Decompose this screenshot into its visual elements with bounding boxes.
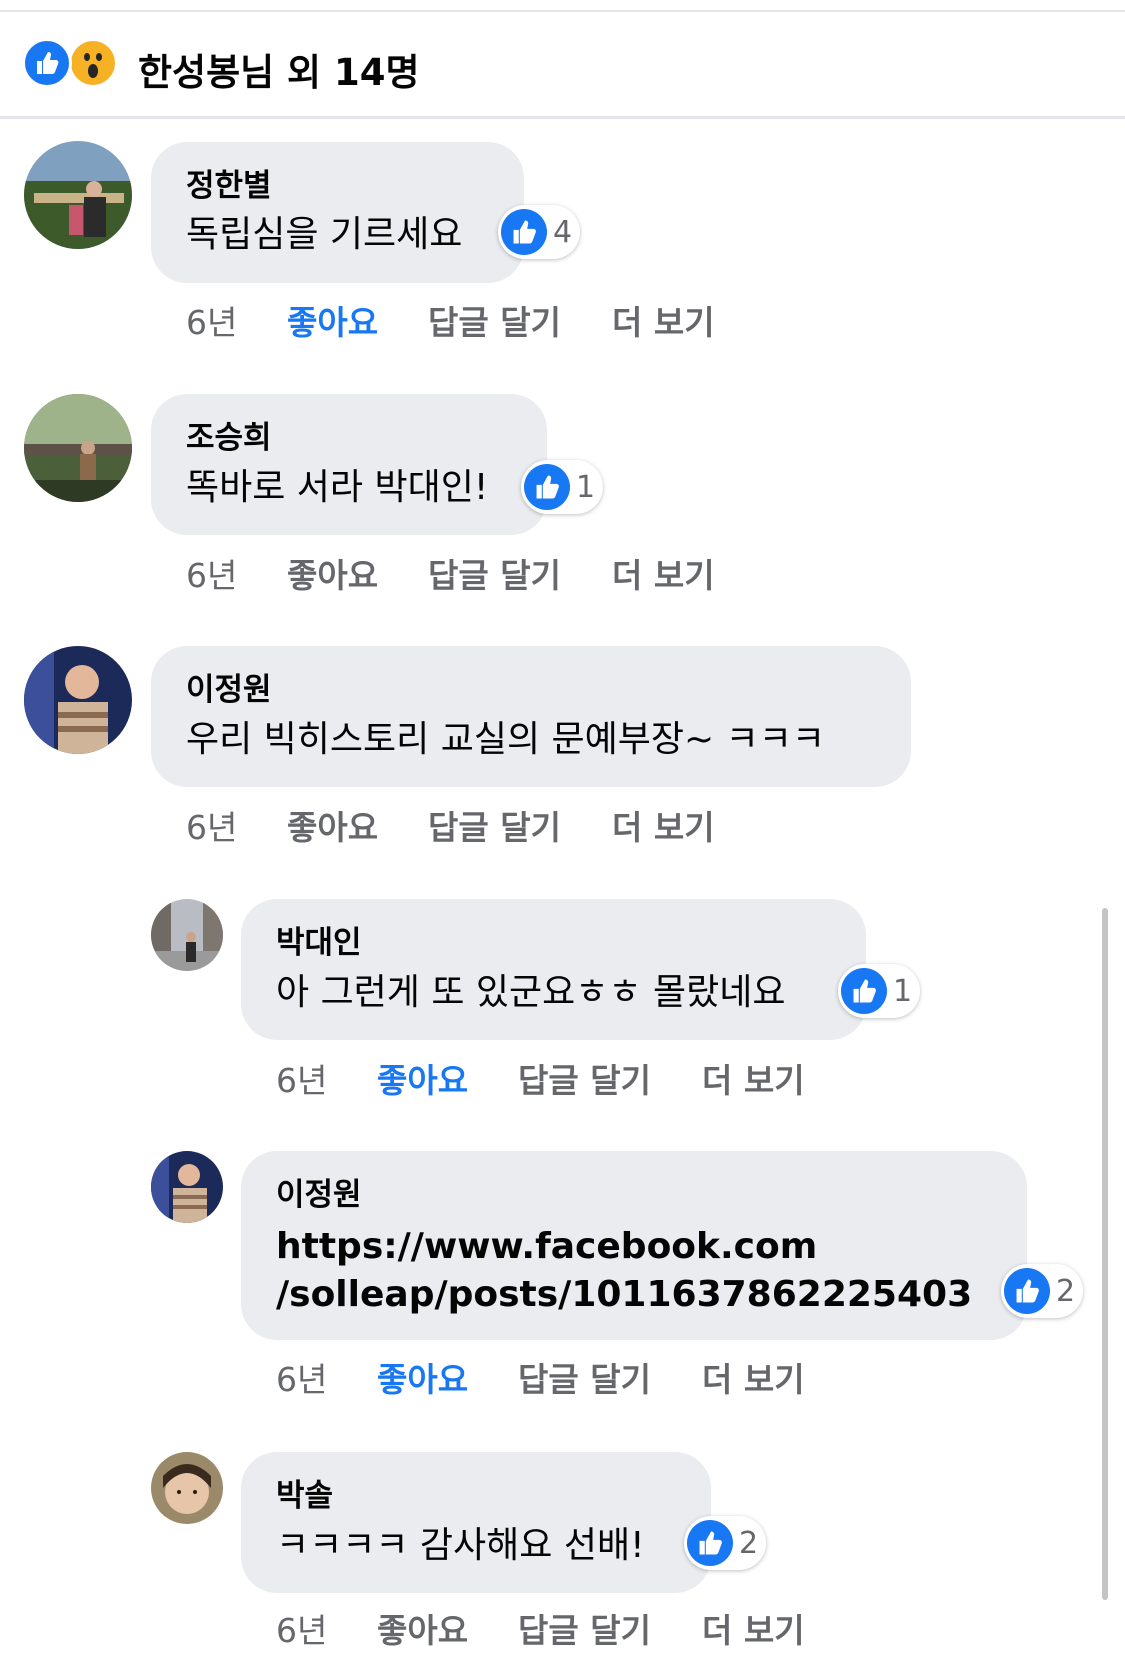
like-button[interactable]: 좋아요 (377, 1054, 468, 1102)
scrollbar[interactable] (1102, 908, 1108, 1600)
avatar[interactable] (151, 1452, 223, 1524)
comment-time[interactable]: 6년 (186, 549, 237, 597)
comment-text: ㅋㅋㅋㅋ 감사해요 선배! (276, 1525, 645, 1566)
like-button[interactable]: 좋아요 (377, 1604, 468, 1652)
reply-button[interactable]: 답글 달기 (518, 1353, 651, 1401)
comment-author[interactable]: 이정원 (276, 1169, 362, 1214)
like-button[interactable]: 좋아요 (377, 1353, 468, 1401)
reaction-icons (22, 38, 122, 88)
avatar[interactable] (151, 899, 223, 971)
like-icon (841, 968, 887, 1014)
comment-time[interactable]: 6년 (276, 1604, 327, 1652)
comment-time[interactable]: 6년 (186, 801, 237, 849)
like-icon (524, 464, 570, 510)
comment-author[interactable]: 이정원 (186, 664, 272, 709)
comment-text: 똑바로 서라 박대인! (186, 467, 489, 508)
comment-time[interactable]: 6년 (276, 1054, 327, 1102)
like-icon (22, 38, 72, 88)
comment-like-count[interactable]: 4 (498, 205, 581, 259)
comment-author[interactable]: 박솔 (276, 1470, 333, 1515)
comment-author[interactable]: 정한별 (186, 160, 272, 205)
comment-author[interactable]: 조승희 (186, 412, 272, 457)
more-button[interactable]: 더 보기 (612, 801, 715, 849)
avatar[interactable] (151, 1151, 223, 1223)
like-count: 4 (553, 214, 573, 250)
comment-like-count[interactable]: 1 (838, 964, 921, 1018)
comment-like-count[interactable]: 1 (521, 460, 604, 514)
reply-button[interactable]: 답글 달기 (428, 801, 561, 849)
like-count: 2 (1056, 1273, 1076, 1309)
reply-button[interactable]: 답글 달기 (428, 296, 561, 344)
avatar[interactable] (24, 646, 132, 754)
like-icon (1004, 1268, 1050, 1314)
comment-text: 우리 빅히스토리 교실의 문예부장~ ㅋㅋㅋ (186, 719, 825, 760)
like-button[interactable]: 좋아요 (287, 549, 378, 597)
like-button[interactable]: 좋아요 (287, 296, 378, 344)
comment-like-count[interactable]: 2 (1001, 1264, 1084, 1318)
more-button[interactable]: 더 보기 (612, 549, 715, 597)
like-count: 1 (893, 973, 913, 1009)
more-button[interactable]: 더 보기 (612, 296, 715, 344)
comment-time[interactable]: 6년 (276, 1353, 327, 1401)
reply-button[interactable]: 답글 달기 (428, 549, 561, 597)
comment-link-line1[interactable]: https://www.facebook.com (276, 1225, 817, 1269)
more-button[interactable]: 더 보기 (702, 1604, 805, 1652)
like-icon (501, 209, 547, 255)
comment-text: 독립심을 기르세요 (186, 214, 463, 255)
avatar[interactable] (24, 141, 132, 249)
more-button[interactable]: 더 보기 (702, 1054, 805, 1102)
comment-author[interactable]: 박대인 (276, 917, 362, 962)
like-count: 1 (576, 469, 596, 505)
like-count: 2 (739, 1525, 759, 1561)
reactions-summary[interactable]: 한성봉님 외 14명 (138, 42, 420, 96)
more-button[interactable]: 더 보기 (702, 1353, 805, 1401)
reply-button[interactable]: 답글 달기 (518, 1604, 651, 1652)
comment-link-line2[interactable]: /solleap/posts/1011637862225403 (276, 1273, 972, 1317)
reactions-bar[interactable]: 한성봉님 외 14명 (0, 12, 1125, 119)
reply-button[interactable]: 답글 달기 (518, 1054, 651, 1102)
comment-text: 아 그런게 또 있군요ㅎㅎ 몰랐네요 (276, 972, 786, 1013)
like-icon (687, 1520, 733, 1566)
avatar[interactable] (24, 394, 132, 502)
wow-icon (68, 38, 118, 88)
like-button[interactable]: 좋아요 (287, 801, 378, 849)
comment-time[interactable]: 6년 (186, 296, 237, 344)
comment-like-count[interactable]: 2 (684, 1516, 767, 1570)
